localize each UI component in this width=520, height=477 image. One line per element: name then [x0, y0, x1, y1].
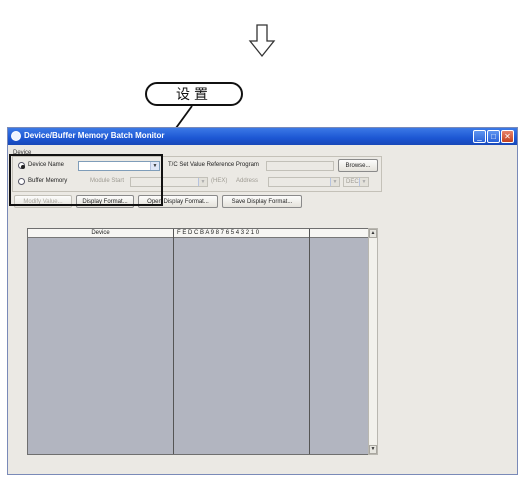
hex-label: (HEX) — [211, 178, 228, 184]
title-bar: Device/Buffer Memory Batch Monitor _ □ ✕ — [8, 128, 517, 145]
browse-button[interactable]: Browse... — [338, 159, 378, 172]
radix-combo[interactable]: DEC ▼ — [343, 177, 369, 187]
chevron-down-icon[interactable]: ▼ — [330, 178, 339, 186]
tc-program-field[interactable] — [266, 161, 334, 171]
tc-reference-label: T/C Set Value Reference Program — [168, 162, 259, 168]
callout-label: 设置 — [145, 82, 243, 106]
highlight-box — [9, 154, 163, 206]
down-arrow-icon — [248, 24, 276, 58]
window-title: Device/Buffer Memory Batch Monitor — [24, 131, 165, 140]
scroll-down-icon[interactable]: ▼ — [369, 445, 377, 454]
app-icon — [11, 131, 21, 141]
column-bits: F E D C B A 9 8 7 6 5 4 3 2 1 0 — [177, 230, 260, 236]
minimize-button[interactable]: _ — [473, 130, 486, 143]
scroll-up-icon[interactable]: ▲ — [369, 229, 377, 238]
column-divider — [309, 229, 310, 454]
address-combo[interactable]: ▼ — [268, 177, 340, 187]
chevron-down-icon[interactable]: ▼ — [359, 178, 368, 186]
close-button[interactable]: ✕ — [501, 130, 514, 143]
maximize-button[interactable]: □ — [487, 130, 500, 143]
chevron-down-icon[interactable]: ▼ — [198, 178, 207, 186]
column-device: Device — [91, 230, 110, 236]
dec-option: DEC — [346, 179, 359, 185]
vertical-scrollbar[interactable]: ▲ ▼ — [368, 228, 378, 455]
address-label: Address — [236, 178, 259, 184]
monitor-table[interactable]: Device F E D C B A 9 8 7 6 5 4 3 2 1 0 ▲… — [27, 228, 378, 455]
table-header: Device F E D C B A 9 8 7 6 5 4 3 2 1 0 — [28, 229, 368, 238]
save-display-format-button[interactable]: Save Display Format... — [222, 195, 302, 208]
column-divider — [173, 229, 174, 454]
